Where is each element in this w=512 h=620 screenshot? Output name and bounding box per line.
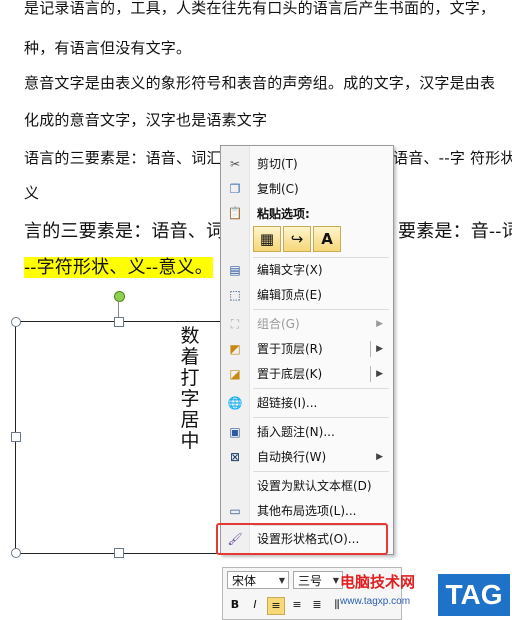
submenu-arrow-icon[interactable]: ▶ [376,337,383,361]
doc-paragraph-line: 语音、--字 符形状 [393,149,512,167]
split-divider [370,341,371,357]
menu-item-label: 其他布局选项(L)... [257,504,357,518]
font-size-select[interactable]: 三号 ▼ [293,571,343,589]
resize-handle-bottom-left[interactable] [11,548,21,558]
menu-item-label: 插入题注(N)... [257,425,335,439]
paste-text-only-icon[interactable]: A [313,226,341,252]
doc-paragraph-line: 是记录语言的，工具，人类在往先有口头的语言后产生书面的，文字， [24,0,496,17]
scissors-icon: ✂ [229,157,241,171]
paste-keep-formatting-icon[interactable]: ▦ [253,226,281,252]
paste-merge-formatting-icon[interactable]: ↪ [283,226,311,252]
menu-separator [253,417,389,418]
menu-item-label: 置于顶层(R) [257,342,323,356]
hyperlink-globe-icon: 🌐 [227,396,243,410]
resize-handle-top[interactable] [114,317,124,327]
italic-icon[interactable]: I [247,597,263,613]
watermark-url: www.tagxp.com [340,596,411,607]
menu-item-cut[interactable]: ✂ 剪切(T) [221,152,393,176]
doc-paragraph-line: 种，有语言但没有文字。 [24,39,192,57]
menu-item-label: 自动换行(W) [257,450,327,464]
menu-separator [253,309,389,310]
text-box-shape[interactable] [15,321,241,554]
menu-item-insert-caption[interactable]: ▣ 插入题注(N)... [221,420,393,444]
highlighted-text: --字符形状、义--意义。 [24,257,213,278]
menu-item-group[interactable]: ⛶ 组合(G) ▶ [221,312,393,336]
menu-item-more-layout-options[interactable]: ▭ 其他布局选项(L)... [221,499,393,523]
doc-paragraph-line: 言的三要素是：语音、词 [24,221,225,242]
menu-item-label: 设置为默认文本框(D) [257,479,372,493]
clipboard-icon: 📋 [227,206,243,220]
menu-item-set-default-textbox[interactable]: 设置为默认文本框(D) [221,474,393,498]
font-name-value: 宋体 [232,574,257,588]
watermark-tag-logo: TAG [438,574,510,616]
menu-item-edit-text[interactable]: ▤ 编辑文字(X) [221,258,393,282]
watermark-site-name: 电脑技术网 [340,573,416,591]
format-shape-highlight-box [216,523,388,555]
paste-options-label: 粘贴选项: [257,207,310,221]
align-right-icon[interactable]: ≣ [309,597,325,613]
font-name-select[interactable]: 宋体 ▼ [227,571,289,589]
copy-icon: ❐ [229,182,241,196]
menu-item-wrap-text[interactable]: ⊠ 自动换行(W) ▶ [221,445,393,469]
menu-item-label: 置于底层(K) [257,367,323,381]
menu-item-bring-to-front[interactable]: ◩ 置于顶层(R) ▶ [221,337,393,361]
edit-points-icon: ⬚ [229,288,241,302]
wrap-text-icon: ⊠ [229,450,241,464]
menu-separator [253,388,389,389]
send-to-back-icon: ◪ [229,367,241,381]
menu-item-label: 组合(G) [257,317,300,331]
split-divider [370,366,371,382]
font-size-value: 三号 [298,574,323,588]
doc-paragraph-line: 要素是：音--词 [398,221,512,242]
resize-handle-top-left[interactable] [11,317,21,327]
menu-item-label: 编辑文字(X) [257,263,323,277]
text-box-vertical-text: 数着打字居中 [180,325,200,452]
menu-item-hyperlink[interactable]: 🌐 超链接(I)... [221,391,393,415]
submenu-arrow-icon: ▶ [376,452,383,462]
doc-paragraph-line: 意音文字是由表义的象形符号和表音的声旁组。成的文字，汉字是由表 [24,74,496,92]
resize-handle-bottom[interactable] [114,548,124,558]
bring-to-front-icon: ◩ [229,342,241,356]
rotation-handle[interactable] [114,291,125,302]
doc-highlighted-line: --字符形状、义--意义。 [24,257,213,278]
context-menu: ✂ 剪切(T) ❐ 复制(C) 📋 粘贴选项: ▦ ↪ A ▤ 编辑文字(X) … [220,145,394,555]
menu-item-label: 剪切(T) [257,157,298,171]
menu-item-copy[interactable]: ❐ 复制(C) [221,177,393,201]
menu-item-edit-points[interactable]: ⬚ 编辑顶点(E) [221,283,393,307]
submenu-arrow-icon: ▶ [376,319,383,329]
submenu-arrow-icon[interactable]: ▶ [376,362,383,386]
bold-icon[interactable]: B [227,597,243,613]
insert-caption-icon: ▣ [229,425,241,439]
menu-item-label: 编辑顶点(E) [257,288,322,302]
chevron-down-icon: ▼ [332,576,339,585]
layout-options-icon: ▭ [229,504,241,518]
menu-separator [253,471,389,472]
doc-paragraph-line: 语言的三要素是：语音、词汇 [24,149,222,167]
group-icon: ⛶ [230,317,240,331]
align-justify-icon[interactable]: ≡ [289,597,305,613]
resize-handle-left[interactable] [11,432,21,442]
align-center-icon[interactable]: ≡ [267,597,285,615]
menu-item-send-to-back[interactable]: ◪ 置于底层(K) ▶ [221,362,393,386]
chevron-down-icon: ▼ [278,576,285,585]
doc-paragraph-line: 化成的意音文字，汉字也是语素文字 [24,111,268,129]
edit-text-icon: ▤ [229,263,241,277]
doc-paragraph-line: 义 [24,184,40,202]
menu-item-label: 超链接(I)... [257,396,318,410]
menu-item-label: 复制(C) [257,182,299,196]
